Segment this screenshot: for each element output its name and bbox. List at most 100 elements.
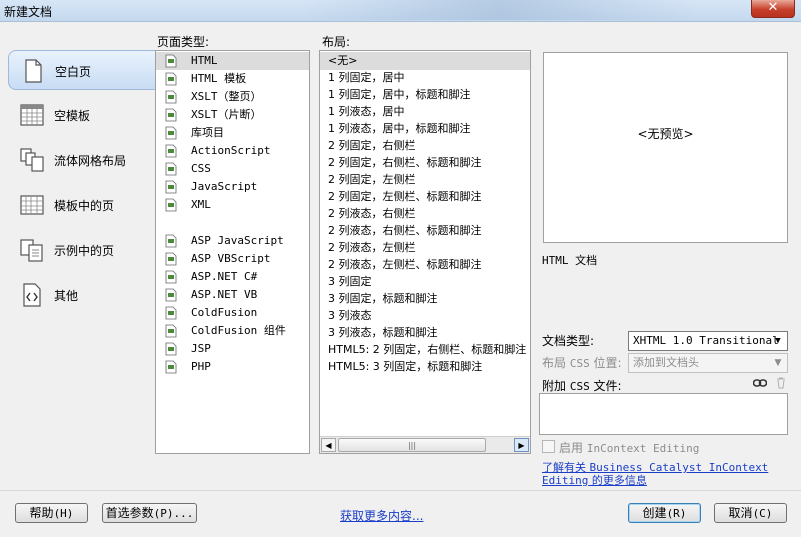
attached-css-list[interactable] — [539, 393, 788, 435]
link-icon[interactable] — [753, 377, 767, 389]
layout-item[interactable]: 2 列固定，左侧栏 — [320, 171, 530, 189]
layout-item[interactable]: HTML5: 2 列固定，右侧栏、标题和脚注 — [320, 341, 530, 359]
layout-item[interactable]: 2 列液态，右侧栏、标题和脚注 — [320, 222, 530, 240]
nav-label: 流体网格布局 — [54, 154, 127, 168]
layout-item[interactable]: 2 列液态，右侧栏 — [320, 205, 530, 223]
document-type-icon — [165, 198, 177, 212]
business-catalyst-link[interactable]: 了解有关 Business Catalyst InContext Editing… — [542, 461, 782, 487]
layout-css-position-label: 布局 CSS 位置: — [542, 356, 622, 370]
page-type-item[interactable]: ASP JavaScript — [156, 232, 309, 250]
page-type-text: HTML — [191, 54, 218, 67]
document-type-icon — [165, 144, 177, 158]
page-type-item[interactable]: ASP VBScript — [156, 250, 309, 268]
page-type-item[interactable]: 库项目 — [156, 124, 309, 142]
page-type-item[interactable]: XSLT（片断） — [156, 106, 309, 124]
layout-text: HTML5: 3 列固定，标题和脚注 — [328, 360, 483, 373]
layout-text: 2 列液态，右侧栏、标题和脚注 — [328, 224, 482, 237]
page-type-item[interactable]: XSLT（整页） — [156, 88, 309, 106]
document-type-icon — [165, 162, 177, 176]
nav-item-blank-page[interactable]: 空白页 — [8, 50, 156, 90]
layout-item[interactable]: 2 列液态，左侧栏 — [320, 239, 530, 257]
layout-item[interactable]: 2 列固定，右侧栏 — [320, 137, 530, 155]
page-type-item[interactable]: JSP — [156, 340, 309, 358]
layout-item[interactable]: 1 列液态，居中，标题和脚注 — [320, 120, 530, 138]
title-bar-background — [300, 0, 700, 20]
nav-item-blank-template[interactable]: 空模板 — [8, 95, 156, 135]
doc-type-value: XHTML 1.0 Transitional — [633, 334, 779, 347]
document-type-icon — [165, 270, 177, 284]
nav-item-fluid-grid[interactable]: 流体网格布局 — [8, 140, 156, 180]
page-type-item[interactable]: ASP.NET C# — [156, 268, 309, 286]
layout-item[interactable]: 3 列液态 — [320, 307, 530, 325]
document-type-icon — [165, 252, 177, 266]
page-type-text: ActionScript — [191, 144, 271, 157]
nav-label: 空白页 — [55, 65, 92, 79]
layout-text: 3 列固定 — [328, 275, 372, 288]
page-type-item[interactable]: HTML — [156, 52, 309, 70]
get-more-content-link[interactable]: 获取更多内容... — [340, 507, 423, 524]
layout-text: 3 列液态 — [328, 309, 372, 322]
document-type-icon — [165, 90, 177, 104]
close-button[interactable]: ✕ — [751, 0, 795, 18]
layout-item[interactable]: 3 列液态，标题和脚注 — [320, 324, 530, 342]
page-type-text: 库项目 — [191, 126, 224, 139]
page-type-item[interactable]: XML — [156, 196, 309, 214]
page-type-list[interactable]: HTML HTML 模板 XSLT（整页） XSLT（片断） 库项目 ActionScri… — [155, 50, 310, 454]
page-type-item[interactable]: CSS — [156, 160, 309, 178]
layout-item[interactable]: <无> — [320, 52, 530, 70]
page-type-text: XSLT（整页） — [191, 90, 262, 103]
create-button[interactable]: 创建(R) — [628, 503, 701, 523]
layout-item[interactable]: 1 列固定，居中，标题和脚注 — [320, 86, 530, 104]
layout-item[interactable]: 3 列固定 — [320, 273, 530, 291]
document-type-icon — [165, 342, 177, 356]
incontext-editing-checkbox[interactable] — [542, 440, 555, 453]
doc-type-select[interactable]: XHTML 1.0 Transitional ▼ — [628, 331, 788, 351]
title-bar: 新建文档 ✕ — [0, 0, 801, 22]
cancel-button[interactable]: 取消(C) — [714, 503, 787, 523]
page-type-label: 页面类型: — [157, 35, 210, 49]
page-type-item[interactable]: HTML 模板 — [156, 70, 309, 88]
layout-list[interactable]: <无> 1 列固定，居中 1 列固定，居中，标题和脚注 1 列液态，居中 1 列液态，居… — [319, 50, 531, 454]
layout-item[interactable]: 1 列固定，居中 — [320, 69, 530, 87]
document-type-icon — [165, 72, 177, 86]
page-type-item[interactable]: PHP — [156, 358, 309, 376]
page-type-text: ASP.NET VB — [191, 288, 258, 301]
nav-label: 模板中的页 — [54, 199, 115, 213]
nav-item-sample-page[interactable]: 示例中的页 — [8, 230, 156, 270]
layout-item[interactable]: 1 列液态，居中 — [320, 103, 530, 121]
page-type-item[interactable]: ColdFusion 组件 — [156, 322, 309, 340]
page-type-item[interactable]: ColdFusion — [156, 304, 309, 322]
trash-icon[interactable] — [774, 377, 788, 389]
page-type-text: ASP VBScript — [191, 252, 271, 265]
layout-item[interactable]: HTML5: 3 列固定，标题和脚注 — [320, 358, 530, 376]
layout-item[interactable]: 2 列液态，左侧栏、标题和脚注 — [320, 256, 530, 274]
preferences-button[interactable]: 首选参数(P)... — [102, 503, 197, 523]
scroll-left-icon[interactable]: ◀ — [321, 438, 336, 452]
layout-item[interactable]: 2 列固定，右侧栏、标题和脚注 — [320, 154, 530, 172]
layout-item[interactable]: 3 列固定，标题和脚注 — [320, 290, 530, 308]
blank-template-icon — [20, 104, 44, 126]
document-type-icon — [165, 324, 177, 338]
nav-label: 其他 — [54, 289, 79, 303]
help-button[interactable]: 帮助(H) — [15, 503, 88, 523]
layout-text: 2 列液态，右侧栏 — [328, 207, 416, 220]
nav-item-template-page[interactable]: 模板中的页 — [8, 185, 156, 225]
other-icon — [23, 283, 41, 307]
layout-css-position-value: 添加到文档头 — [633, 356, 699, 369]
page-type-text: CSS — [191, 162, 211, 175]
chevron-down-icon: ▼ — [774, 358, 782, 368]
fluid-grid-icon — [20, 148, 44, 172]
preview-text: <无预览> — [637, 127, 694, 141]
horizontal-scrollbar[interactable]: ◀ ||| ▶ — [320, 436, 530, 453]
layout-css-position-select[interactable]: 添加到文档头 ▼ — [628, 353, 788, 373]
page-type-item[interactable]: ASP.NET VB — [156, 286, 309, 304]
scroll-right-icon[interactable]: ▶ — [514, 438, 529, 452]
layout-item[interactable]: 2 列固定，左侧栏、标题和脚注 — [320, 188, 530, 206]
page-type-item[interactable]: JavaScript — [156, 178, 309, 196]
page-type-text: JSP — [191, 342, 211, 355]
nav-item-other[interactable]: 其他 — [8, 275, 156, 315]
incontext-editing-label: 启用 InContext Editing — [559, 441, 700, 455]
page-type-item[interactable]: ActionScript — [156, 142, 309, 160]
attach-css-label: 附加 CSS 文件: — [542, 379, 622, 393]
scroll-thumb[interactable]: ||| — [338, 438, 486, 452]
